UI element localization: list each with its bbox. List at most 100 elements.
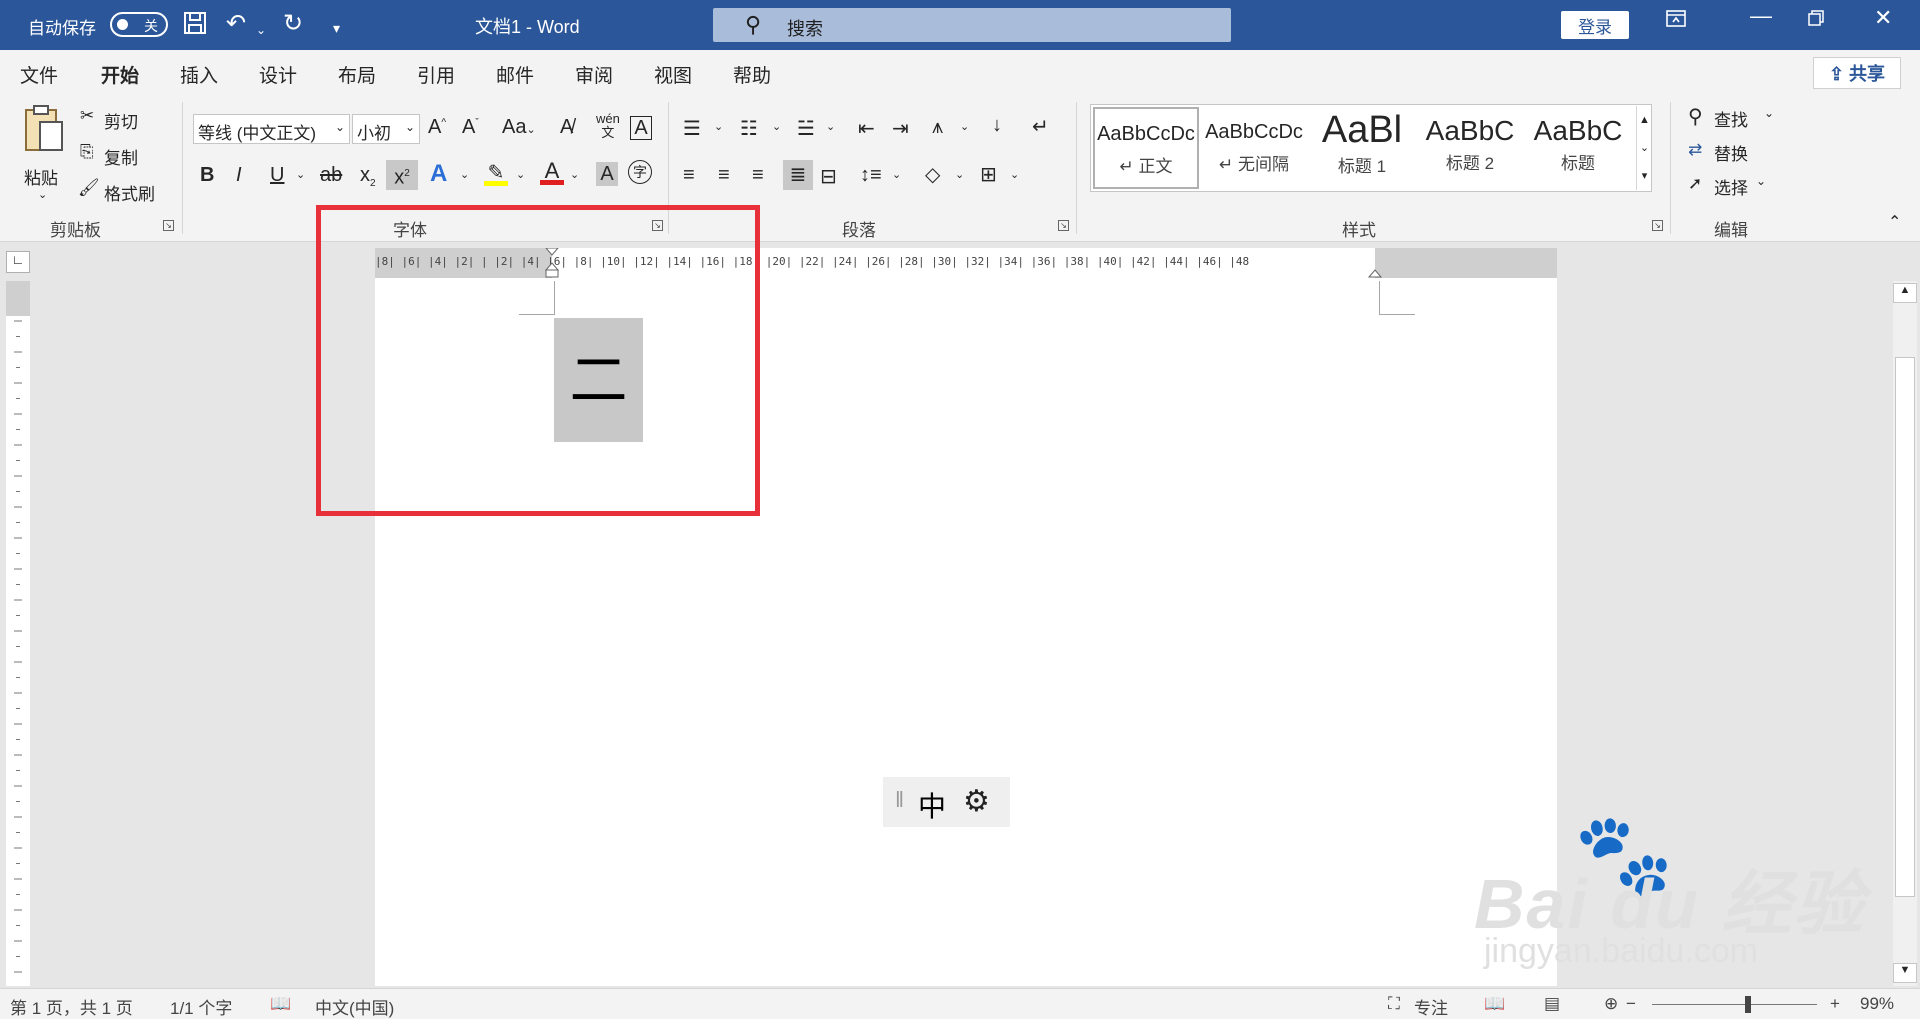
language[interactable]: 中文(中国) bbox=[315, 994, 394, 1019]
chinese-layout-dropdown-icon[interactable]: ⌄ bbox=[960, 120, 969, 133]
text-effects-dropdown-icon[interactable]: ⌄ bbox=[460, 168, 469, 181]
style-no-spacing[interactable]: AaBbCcDc ↵ 无间隔 bbox=[1201, 107, 1307, 189]
find-icon[interactable]: ⚲ bbox=[1688, 104, 1703, 129]
vertical-ruler[interactable] bbox=[6, 281, 30, 986]
highlight-color-icon[interactable]: ✎ bbox=[484, 160, 508, 186]
tab-review[interactable]: 审阅 bbox=[575, 61, 613, 88]
phonetic-guide-icon[interactable]: wén 文 bbox=[596, 112, 620, 140]
gallery-up-icon[interactable]: ▲ bbox=[1636, 106, 1652, 134]
font-size-select[interactable]: 小初 ⌄ bbox=[352, 114, 420, 144]
style-heading-1[interactable]: AaBl 标题 1 bbox=[1309, 107, 1415, 189]
tab-references[interactable]: 引用 bbox=[417, 61, 455, 88]
login-button[interactable]: 登录 bbox=[1561, 11, 1629, 39]
clear-formatting-icon[interactable]: A̸ bbox=[560, 116, 573, 139]
redo-icon[interactable]: ↻ bbox=[283, 10, 303, 38]
gallery-more-icon[interactable]: ▾ bbox=[1636, 162, 1652, 190]
replace-button[interactable]: 替换 bbox=[1714, 140, 1748, 165]
ime-mode[interactable]: 中 bbox=[918, 785, 946, 825]
scroll-thumb[interactable] bbox=[1895, 357, 1915, 897]
bullets-dropdown-icon[interactable]: ⌄ bbox=[714, 120, 723, 133]
gear-icon[interactable]: ⚙ bbox=[963, 784, 990, 819]
paragraph-launcher-icon[interactable]: ↘ bbox=[1058, 220, 1069, 231]
shading-icon[interactable]: ◇ bbox=[925, 162, 940, 187]
align-right-icon[interactable]: ≡ bbox=[752, 164, 764, 187]
share-button[interactable]: ⇪ 共享 bbox=[1813, 57, 1901, 89]
numbering-dropdown-icon[interactable]: ⌄ bbox=[772, 120, 781, 133]
tab-insert[interactable]: 插入 bbox=[180, 61, 218, 88]
character-shading-icon[interactable]: A bbox=[596, 162, 618, 186]
multilevel-dropdown-icon[interactable]: ⌄ bbox=[826, 120, 835, 133]
zoom-slider[interactable] bbox=[1652, 1004, 1817, 1005]
find-button[interactable]: 查找 bbox=[1714, 106, 1748, 131]
font-name-select[interactable]: 等线 (中文正文) ⌄ bbox=[193, 114, 350, 144]
read-mode-icon[interactable]: 📖 bbox=[1484, 994, 1505, 1014]
style-title[interactable]: AaBbC 标题 bbox=[1525, 107, 1631, 189]
page-count[interactable]: 第 1 页，共 1 页 bbox=[10, 994, 133, 1019]
underline-icon[interactable]: U bbox=[270, 164, 284, 187]
bullets-icon[interactable]: ☰ bbox=[683, 116, 701, 141]
save-icon[interactable] bbox=[182, 10, 208, 43]
tab-design[interactable]: 设计 bbox=[259, 61, 297, 88]
autosave-toggle[interactable]: 关 bbox=[110, 12, 168, 37]
tab-selector[interactable]: ∟ bbox=[6, 251, 30, 273]
tab-mailings[interactable]: 邮件 bbox=[496, 61, 534, 88]
focus-icon[interactable]: ⛶ bbox=[1388, 994, 1400, 1014]
numbering-icon[interactable]: ☷ bbox=[740, 116, 758, 141]
tab-help[interactable]: 帮助 bbox=[733, 61, 771, 88]
justify-icon[interactable]: ≣ bbox=[783, 160, 813, 190]
line-spacing-dropdown-icon[interactable]: ⌄ bbox=[892, 168, 901, 181]
copy-icon[interactable]: ⎘ bbox=[80, 142, 94, 162]
scroll-down-icon[interactable]: ▼ bbox=[1893, 963, 1917, 983]
increase-indent-icon[interactable]: ⇥ bbox=[892, 116, 909, 141]
align-center-icon[interactable]: ≡ bbox=[718, 164, 730, 187]
strikethrough-icon[interactable]: ab bbox=[320, 164, 342, 187]
ime-toolbar[interactable]: ‖ 中 ⚙ bbox=[883, 777, 1010, 827]
grow-font-icon[interactable]: A^ bbox=[428, 116, 446, 139]
decrease-indent-icon[interactable]: ⇤ bbox=[858, 116, 875, 141]
close-icon[interactable]: ✕ bbox=[1874, 5, 1892, 31]
copy-button[interactable]: 复制 bbox=[104, 144, 138, 169]
gallery-down-icon[interactable]: ⌄ bbox=[1636, 134, 1652, 162]
focus-mode[interactable]: 专注 bbox=[1414, 994, 1448, 1019]
tab-home[interactable]: 开始 bbox=[101, 61, 140, 98]
cut-icon[interactable]: ✂ bbox=[80, 106, 94, 126]
chinese-layout-icon[interactable]: ⩚ bbox=[932, 116, 943, 139]
multilevel-list-icon[interactable]: ☱ bbox=[797, 116, 815, 141]
word-count[interactable]: 1/1 个字 bbox=[170, 994, 232, 1019]
minimize-icon[interactable]: — bbox=[1750, 3, 1772, 29]
format-painter-button[interactable]: 格式刷 bbox=[104, 180, 155, 205]
subscript-icon[interactable]: x2 bbox=[360, 164, 376, 189]
select-button[interactable]: 选择 bbox=[1714, 174, 1748, 199]
ribbon-display-icon[interactable] bbox=[1665, 8, 1687, 36]
scroll-up-icon[interactable]: ▲ bbox=[1893, 283, 1917, 303]
highlight-dropdown-icon[interactable]: ⌄ bbox=[516, 168, 525, 181]
superscript-icon[interactable]: x2 bbox=[386, 160, 418, 190]
customize-qat-icon[interactable]: ▾ bbox=[333, 14, 340, 42]
search-box[interactable]: ⚲ 搜索 bbox=[713, 8, 1231, 42]
bold-icon[interactable]: B bbox=[200, 164, 214, 187]
select-icon[interactable]: ➚ bbox=[1688, 174, 1702, 194]
font-color-dropdown-icon[interactable]: ⌄ bbox=[570, 168, 579, 181]
show-marks-icon[interactable]: ↵ bbox=[1032, 114, 1049, 139]
borders-icon[interactable]: ⊞ bbox=[980, 162, 997, 187]
print-layout-icon[interactable]: ▤ bbox=[1544, 994, 1560, 1014]
right-indent-marker[interactable] bbox=[1367, 248, 1383, 278]
style-normal[interactable]: AaBbCcDc ↵ 正文 bbox=[1093, 107, 1199, 189]
distributed-icon[interactable]: ⊟ bbox=[820, 164, 837, 189]
shading-dropdown-icon[interactable]: ⌄ bbox=[955, 168, 964, 181]
proofing-icon[interactable]: 📖 bbox=[270, 994, 291, 1014]
font-color-icon[interactable]: A bbox=[540, 158, 564, 185]
borders-dropdown-icon[interactable]: ⌄ bbox=[1010, 168, 1019, 181]
find-dropdown-icon[interactable]: ⌄ bbox=[1764, 106, 1774, 120]
replace-icon[interactable]: ⇄ bbox=[1688, 140, 1702, 160]
shrink-font-icon[interactable]: Aˇ bbox=[462, 116, 479, 139]
clipboard-launcher-icon[interactable]: ↘ bbox=[163, 220, 174, 231]
tab-layout[interactable]: 布局 bbox=[338, 61, 376, 88]
zoom-slider-thumb[interactable] bbox=[1745, 996, 1751, 1013]
undo-icon[interactable]: ↶ bbox=[226, 10, 246, 38]
character-border-icon[interactable]: A bbox=[630, 116, 652, 140]
web-layout-icon[interactable]: ⊕ bbox=[1604, 994, 1618, 1014]
undo-dropdown-icon[interactable]: ⌄ bbox=[256, 16, 266, 44]
zoom-out-button[interactable]: − bbox=[1626, 994, 1636, 1014]
tab-file[interactable]: 文件 bbox=[20, 61, 58, 88]
